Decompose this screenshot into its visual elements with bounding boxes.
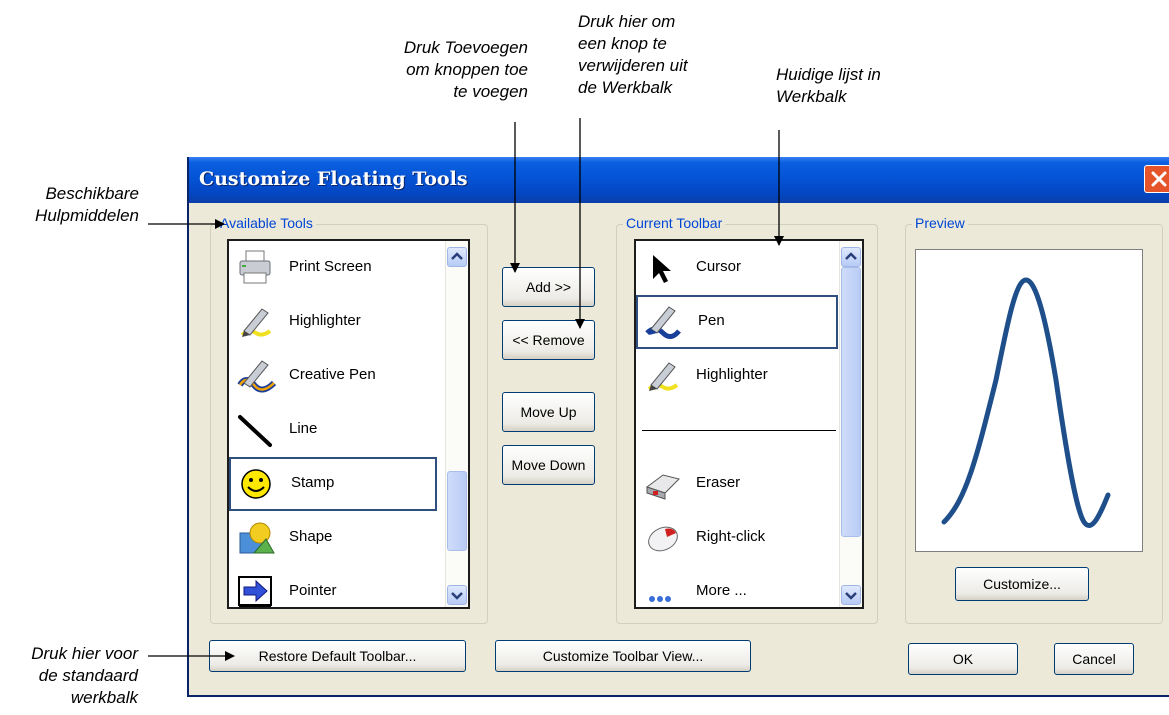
list-item-label: Pointer bbox=[289, 582, 337, 599]
customize-button[interactable]: Customize... bbox=[955, 567, 1089, 601]
scroll-up-button[interactable] bbox=[841, 247, 861, 267]
annotation-restore-hint: Druk hier voor de standaard werkbalk bbox=[31, 644, 138, 707]
more-dots-icon bbox=[649, 596, 671, 602]
list-item-label: Eraser bbox=[696, 474, 741, 491]
remove-button[interactable]: << Remove bbox=[502, 320, 595, 360]
list-item-highlighter[interactable]: Highlighter bbox=[229, 295, 468, 349]
list-item-cursor[interactable]: Cursor bbox=[636, 241, 862, 295]
dialog-title-bar[interactable]: Customize Floating Tools bbox=[189, 157, 1169, 203]
customize-toolbar-view-button[interactable]: Customize Toolbar View... bbox=[495, 640, 751, 672]
list-item-pointer[interactable]: Pointer bbox=[229, 565, 468, 607]
list-item-separator[interactable] bbox=[636, 403, 862, 457]
list-item-label: Highlighter bbox=[696, 366, 768, 383]
available-tools-list[interactable]: Print Screen Highlighter Creative Pen Li… bbox=[227, 239, 470, 609]
shape-icon bbox=[239, 522, 275, 554]
current-toolbar-list[interactable]: Cursor Pen Highlighter Eraser Right-clic… bbox=[634, 239, 864, 609]
annotation-current-toolbar-hint: Huidige lijst in Werkbalk bbox=[776, 65, 881, 106]
preview-canvas bbox=[915, 249, 1143, 552]
cursor-icon bbox=[653, 255, 671, 283]
scroll-down-button[interactable] bbox=[447, 585, 467, 605]
move-up-button[interactable]: Move Up bbox=[502, 392, 595, 432]
list-item-label: Creative Pen bbox=[289, 366, 376, 383]
current-toolbar-scrollbar[interactable] bbox=[839, 241, 862, 607]
list-item-highlighter[interactable]: Highlighter bbox=[636, 349, 862, 403]
list-item-pen[interactable]: Pen bbox=[636, 295, 838, 349]
chevron-down-icon bbox=[845, 592, 857, 600]
printer-icon bbox=[239, 250, 271, 284]
list-item-label: Print Screen bbox=[289, 258, 372, 275]
ok-button[interactable]: OK bbox=[908, 643, 1018, 675]
scroll-thumb[interactable] bbox=[447, 471, 467, 551]
cancel-button[interactable]: Cancel bbox=[1054, 643, 1134, 675]
list-item-print-screen[interactable]: Print Screen bbox=[229, 241, 468, 295]
list-item-eraser[interactable]: Eraser bbox=[636, 457, 862, 511]
available-tools-label: Available Tools bbox=[217, 215, 316, 231]
add-button[interactable]: Add >> bbox=[502, 267, 595, 307]
separator-line bbox=[642, 430, 836, 431]
smiley-stamp-icon bbox=[241, 469, 271, 499]
chevron-up-icon bbox=[451, 252, 463, 260]
list-item-label: Shape bbox=[289, 528, 333, 545]
annotation-available-tools-hint: Beschikbare Hulpmiddelen bbox=[35, 184, 139, 225]
dialog-title: Customize Floating Tools bbox=[199, 168, 468, 190]
preview-label: Preview bbox=[912, 215, 968, 231]
close-button[interactable] bbox=[1144, 165, 1169, 193]
list-item-label: Cursor bbox=[696, 258, 742, 275]
close-icon bbox=[1151, 171, 1167, 187]
annotation-add-hint: Druk Toevoegen om knoppen toe te voegen bbox=[403, 38, 528, 101]
list-item-label: Highlighter bbox=[289, 312, 361, 329]
highlighter-icon bbox=[647, 362, 679, 391]
list-item-right-click[interactable]: Right-click bbox=[636, 511, 862, 565]
line-icon bbox=[238, 415, 272, 447]
eraser-icon bbox=[645, 474, 680, 500]
customize-floating-tools-dialog: Customize Floating Tools Available Tools… bbox=[187, 157, 1169, 697]
list-item-line[interactable]: Line bbox=[229, 403, 468, 457]
mouse-icon bbox=[648, 526, 678, 552]
creative-pen-icon bbox=[237, 360, 276, 393]
scroll-up-button[interactable] bbox=[447, 247, 467, 267]
list-item-label: Line bbox=[289, 420, 318, 437]
pointer-arrow-icon bbox=[238, 576, 272, 607]
highlighter-icon bbox=[240, 308, 272, 337]
list-item-label: Right-click bbox=[696, 528, 766, 545]
list-item-label: Stamp bbox=[291, 474, 335, 491]
list-item-more[interactable]: More ... bbox=[636, 565, 862, 607]
annotation-remove-hint: Druk hier om een knop te verwijderen uit… bbox=[578, 12, 688, 97]
list-item-label: More ... bbox=[696, 582, 747, 599]
list-item-creative-pen[interactable]: Creative Pen bbox=[229, 349, 468, 403]
list-item-shape[interactable]: Shape bbox=[229, 511, 468, 565]
available-tools-scrollbar[interactable] bbox=[445, 241, 468, 607]
chevron-down-icon bbox=[451, 592, 463, 600]
current-toolbar-label: Current Toolbar bbox=[623, 215, 726, 231]
list-item-stamp[interactable]: Stamp bbox=[229, 457, 437, 511]
move-down-button[interactable]: Move Down bbox=[502, 445, 595, 485]
pen-stroke-preview bbox=[941, 277, 1111, 529]
scroll-down-button[interactable] bbox=[841, 585, 861, 605]
list-item-label: Pen bbox=[698, 312, 725, 329]
pen-icon bbox=[645, 306, 681, 339]
scroll-thumb[interactable] bbox=[841, 267, 861, 537]
restore-default-toolbar-button[interactable]: Restore Default Toolbar... bbox=[209, 640, 466, 672]
chevron-up-icon bbox=[845, 252, 857, 260]
